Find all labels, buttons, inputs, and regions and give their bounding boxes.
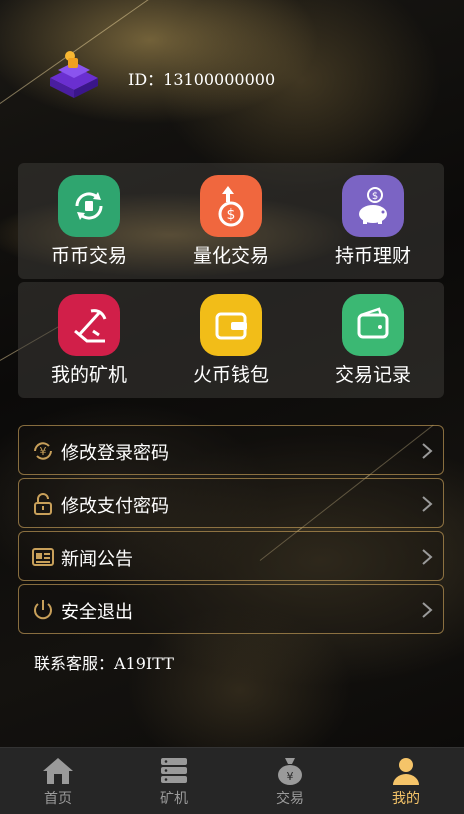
tile-label: 我的矿机: [50, 364, 127, 386]
tile-coin-finance[interactable]: $ 持币理财: [302, 163, 444, 279]
coin-up-arrow-icon: $: [200, 175, 262, 237]
user-icon: [389, 756, 423, 786]
customer-service-contact: 联系客服：A19ITT: [34, 654, 174, 673]
menu-news-announcement[interactable]: 新闻公告: [18, 531, 444, 581]
avatar[interactable]: [44, 44, 104, 104]
menu-label: 新闻公告: [61, 549, 133, 570]
menu-change-payment-password[interactable]: 修改支付密码: [18, 478, 444, 528]
tab-miner[interactable]: 矿机: [116, 748, 232, 814]
chevron-right-icon: [421, 601, 433, 619]
piggy-bank-icon: $: [342, 175, 404, 237]
tile-coin-trade[interactable]: 币币交易: [18, 163, 160, 279]
tab-label: 首页: [44, 791, 72, 807]
menu-label: 修改登录密码: [61, 443, 169, 464]
tile-label: 持币理财: [334, 245, 411, 267]
swap-circle-icon: [58, 175, 120, 237]
money-bag-icon: ¥: [273, 756, 307, 786]
wallet-record-icon: [342, 294, 404, 356]
menu-safe-logout[interactable]: 安全退出: [18, 584, 444, 634]
tab-mine[interactable]: 我的: [348, 748, 464, 814]
tile-label: 币币交易: [50, 245, 127, 267]
power-icon: [31, 598, 55, 622]
menu-label: 修改支付密码: [61, 496, 169, 517]
unlock-icon: [31, 492, 55, 516]
tile-label: 火币钱包: [192, 364, 269, 386]
home-icon: [41, 756, 75, 786]
tab-label: 交易: [276, 791, 304, 807]
svg-text:$: $: [227, 207, 236, 223]
user-id: ID：13100000000: [128, 70, 276, 89]
wallet-icon: [200, 294, 262, 356]
chevron-right-icon: [421, 442, 433, 460]
svg-text:$: $: [372, 191, 378, 202]
chevron-right-icon: [421, 548, 433, 566]
tile-quant-trade[interactable]: $ 量化交易: [160, 163, 302, 279]
tab-label: 矿机: [160, 791, 188, 807]
tile-my-miner[interactable]: 我的矿机: [18, 282, 160, 398]
menu-change-login-password[interactable]: ¥ 修改登录密码: [18, 425, 444, 475]
tile-label: 量化交易: [192, 245, 269, 267]
newspaper-icon: [31, 545, 55, 569]
yuan-cycle-icon: ¥: [31, 439, 55, 463]
svg-text:¥: ¥: [287, 770, 294, 783]
tab-home[interactable]: 首页: [0, 748, 116, 814]
svg-text:¥: ¥: [40, 445, 47, 458]
chevron-right-icon: [421, 495, 433, 513]
profile-header: ID：13100000000: [0, 0, 464, 150]
tile-trade-record[interactable]: 交易记录: [302, 282, 444, 398]
pickaxe-icon: [58, 294, 120, 356]
menu-label: 安全退出: [61, 602, 133, 623]
tab-trade[interactable]: ¥ 交易: [232, 748, 348, 814]
tile-huobi-wallet[interactable]: 火币钱包: [160, 282, 302, 398]
tab-label: 我的: [392, 791, 420, 807]
tile-label: 交易记录: [334, 364, 411, 386]
bottom-tab-bar: 首页 矿机 ¥ 交易 我的: [0, 747, 464, 814]
server-icon: [157, 756, 191, 786]
